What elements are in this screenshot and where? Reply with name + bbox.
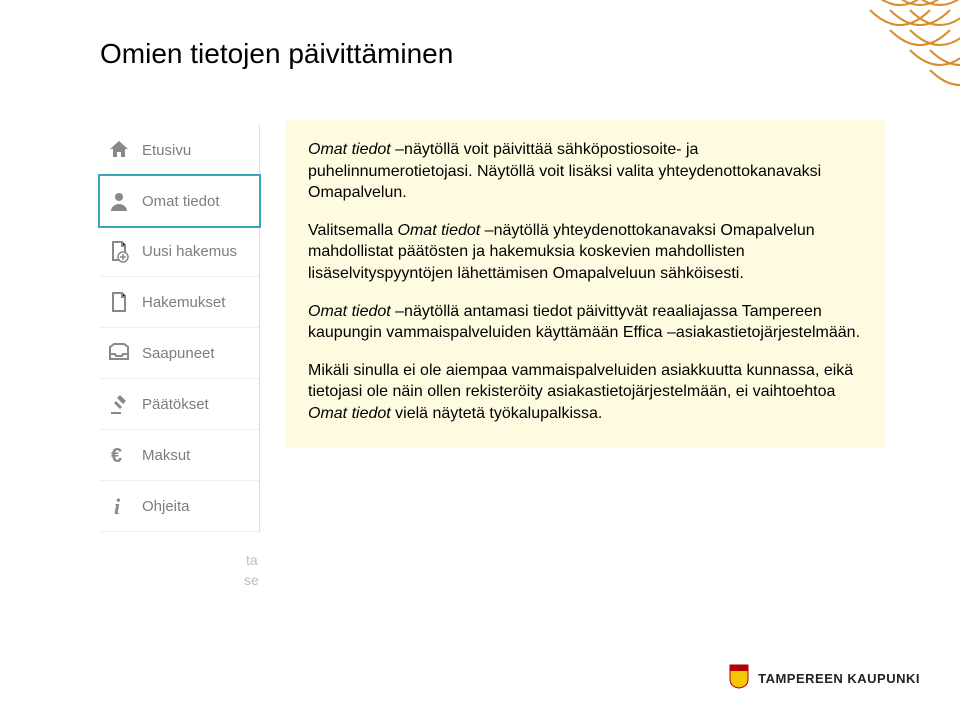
sidebar-item-label: Ohjeita [142,498,190,515]
footer-org-name: TAMPEREEN KAUPUNKI [758,671,920,686]
info-callout: Omat tiedot –näytöllä voit päivittää säh… [285,120,885,448]
svg-text:€: € [111,445,122,467]
callout-paragraph-4: Mikäli sinulla ei ole aiempaa vammaispal… [308,360,862,425]
emphasis: Omat tiedot [398,222,481,239]
person-icon [106,188,132,214]
sidebar-item-label: Etusivu [142,142,191,159]
sidebar-item-hakemukset[interactable]: Hakemukset [100,277,259,328]
emphasis: Omat tiedot [308,141,391,158]
sidebar-item-label: Päätökset [142,396,209,413]
euro-icon: € [106,442,132,468]
info-icon: i [106,493,132,519]
sidebar-item-label: Hakemukset [142,294,225,311]
home-icon [106,137,132,163]
bg-text: ta [246,552,258,568]
emphasis: Omat tiedot [308,303,395,320]
bg-text: se [244,572,259,588]
emphasis: Omat tiedot [308,405,391,422]
inbox-icon [106,340,132,366]
sidebar-item-omat-tiedot[interactable]: Omat tiedot [98,174,261,228]
text: Valitsemalla [308,222,398,239]
callout-paragraph-2: Valitsemalla Omat tiedot –näytöllä yhtey… [308,220,862,285]
text: Mikäli sinulla ei ole aiempaa vammaispal… [308,362,853,401]
corner-decoration [810,0,960,110]
sidebar-item-paatokset[interactable]: Päätökset [100,379,259,430]
sidebar-item-label: Maksut [142,447,190,464]
shield-icon [728,663,750,694]
text: vielä näytetä työkalupalkissa. [391,405,603,422]
sidebar-item-saapuneet[interactable]: Saapuneet [100,328,259,379]
sidebar-item-label: Uusi hakemus [142,243,237,260]
document-plus-icon [106,238,132,264]
page-title: Omien tietojen päivittäminen [100,38,453,70]
document-icon [106,289,132,315]
sidebar: Etusivu Omat tiedot Uusi hakemus Hakemuk… [100,125,260,532]
footer-logo: TAMPEREEN KAUPUNKI [728,663,920,694]
sidebar-item-maksut[interactable]: € Maksut [100,430,259,481]
sidebar-item-etusivu[interactable]: Etusivu [100,125,259,176]
callout-paragraph-1: Omat tiedot –näytöllä voit päivittää säh… [308,139,862,204]
sidebar-item-ohjeita[interactable]: i Ohjeita [100,481,259,532]
sidebar-item-uusi-hakemus[interactable]: Uusi hakemus [100,226,259,277]
sidebar-item-label: Omat tiedot [142,193,220,210]
callout-paragraph-3: Omat tiedot –näytöllä antamasi tiedot pä… [308,301,862,344]
sidebar-item-label: Saapuneet [142,345,215,362]
gavel-icon [106,391,132,417]
svg-text:i: i [114,494,121,518]
